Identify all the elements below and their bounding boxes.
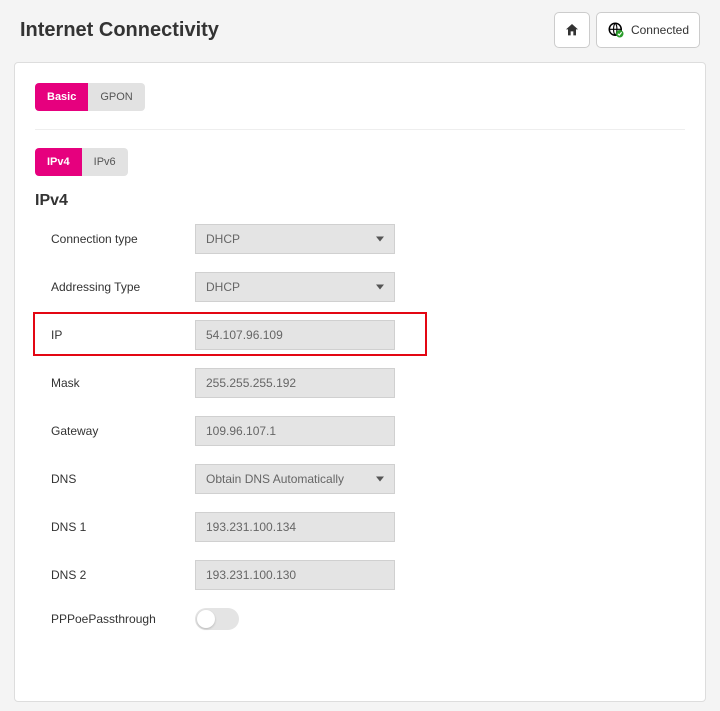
topbar: Internet Connectivity Connected — [0, 0, 720, 56]
label-pppoe: PPPoePassthrough — [35, 612, 195, 626]
input-dns1[interactable]: 193.231.100.134 — [195, 512, 395, 542]
value-gateway: 109.96.107.1 — [206, 424, 276, 438]
value-connection-type: DHCP — [206, 232, 240, 246]
row-addressing-type: Addressing Type DHCP — [35, 272, 685, 302]
ip-tabs: IPv4 IPv6 — [35, 148, 128, 176]
label-dns: DNS — [35, 472, 195, 486]
topbar-actions: Connected — [554, 12, 700, 48]
tab-ipv4[interactable]: IPv4 — [35, 148, 82, 176]
value-dns: Obtain DNS Automatically — [206, 472, 344, 486]
label-addressing-type: Addressing Type — [35, 280, 195, 294]
main-card: Basic GPON IPv4 IPv6 IPv4 Connection typ… — [14, 62, 706, 702]
row-mask: Mask 255.255.255.192 — [35, 368, 685, 398]
input-ip[interactable]: 54.107.96.109 — [195, 320, 395, 350]
input-gateway[interactable]: 109.96.107.1 — [195, 416, 395, 446]
row-pppoe: PPPoePassthrough — [35, 608, 685, 630]
row-dns2: DNS 2 193.231.100.130 — [35, 560, 685, 590]
value-ip: 54.107.96.109 — [206, 328, 283, 342]
value-mask: 255.255.255.192 — [206, 376, 296, 390]
label-connection-type: Connection type — [35, 232, 195, 246]
row-ip: IP 54.107.96.109 — [35, 320, 685, 350]
globe-icon — [607, 21, 625, 39]
section-heading: IPv4 — [35, 192, 685, 210]
label-ip: IP — [35, 328, 195, 342]
input-mask[interactable]: 255.255.255.192 — [195, 368, 395, 398]
label-mask: Mask — [35, 376, 195, 390]
tab-basic[interactable]: Basic — [35, 83, 88, 111]
label-dns2: DNS 2 — [35, 568, 195, 582]
tab-ipv6[interactable]: IPv6 — [82, 148, 128, 176]
value-dns2: 193.231.100.130 — [206, 568, 296, 582]
label-gateway: Gateway — [35, 424, 195, 438]
row-ip-wrap: IP 54.107.96.109 — [35, 320, 685, 350]
page-title: Internet Connectivity — [20, 19, 219, 42]
value-dns1: 193.231.100.134 — [206, 520, 296, 534]
input-dns2[interactable]: 193.231.100.130 — [195, 560, 395, 590]
connected-label: Connected — [631, 23, 689, 37]
select-addressing-type[interactable]: DHCP — [195, 272, 395, 302]
label-dns1: DNS 1 — [35, 520, 195, 534]
toggle-pppoe[interactable] — [195, 608, 239, 630]
home-icon — [564, 22, 580, 38]
row-gateway: Gateway 109.96.107.1 — [35, 416, 685, 446]
tab-gpon[interactable]: GPON — [88, 83, 144, 111]
select-connection-type[interactable]: DHCP — [195, 224, 395, 254]
connected-button[interactable]: Connected — [596, 12, 700, 48]
select-dns[interactable]: Obtain DNS Automatically — [195, 464, 395, 494]
row-connection-type: Connection type DHCP — [35, 224, 685, 254]
home-button[interactable] — [554, 12, 590, 48]
main-tabs: Basic GPON — [35, 83, 145, 111]
row-dns: DNS Obtain DNS Automatically — [35, 464, 685, 494]
value-addressing-type: DHCP — [206, 280, 240, 294]
divider — [35, 129, 685, 130]
row-dns1: DNS 1 193.231.100.134 — [35, 512, 685, 542]
